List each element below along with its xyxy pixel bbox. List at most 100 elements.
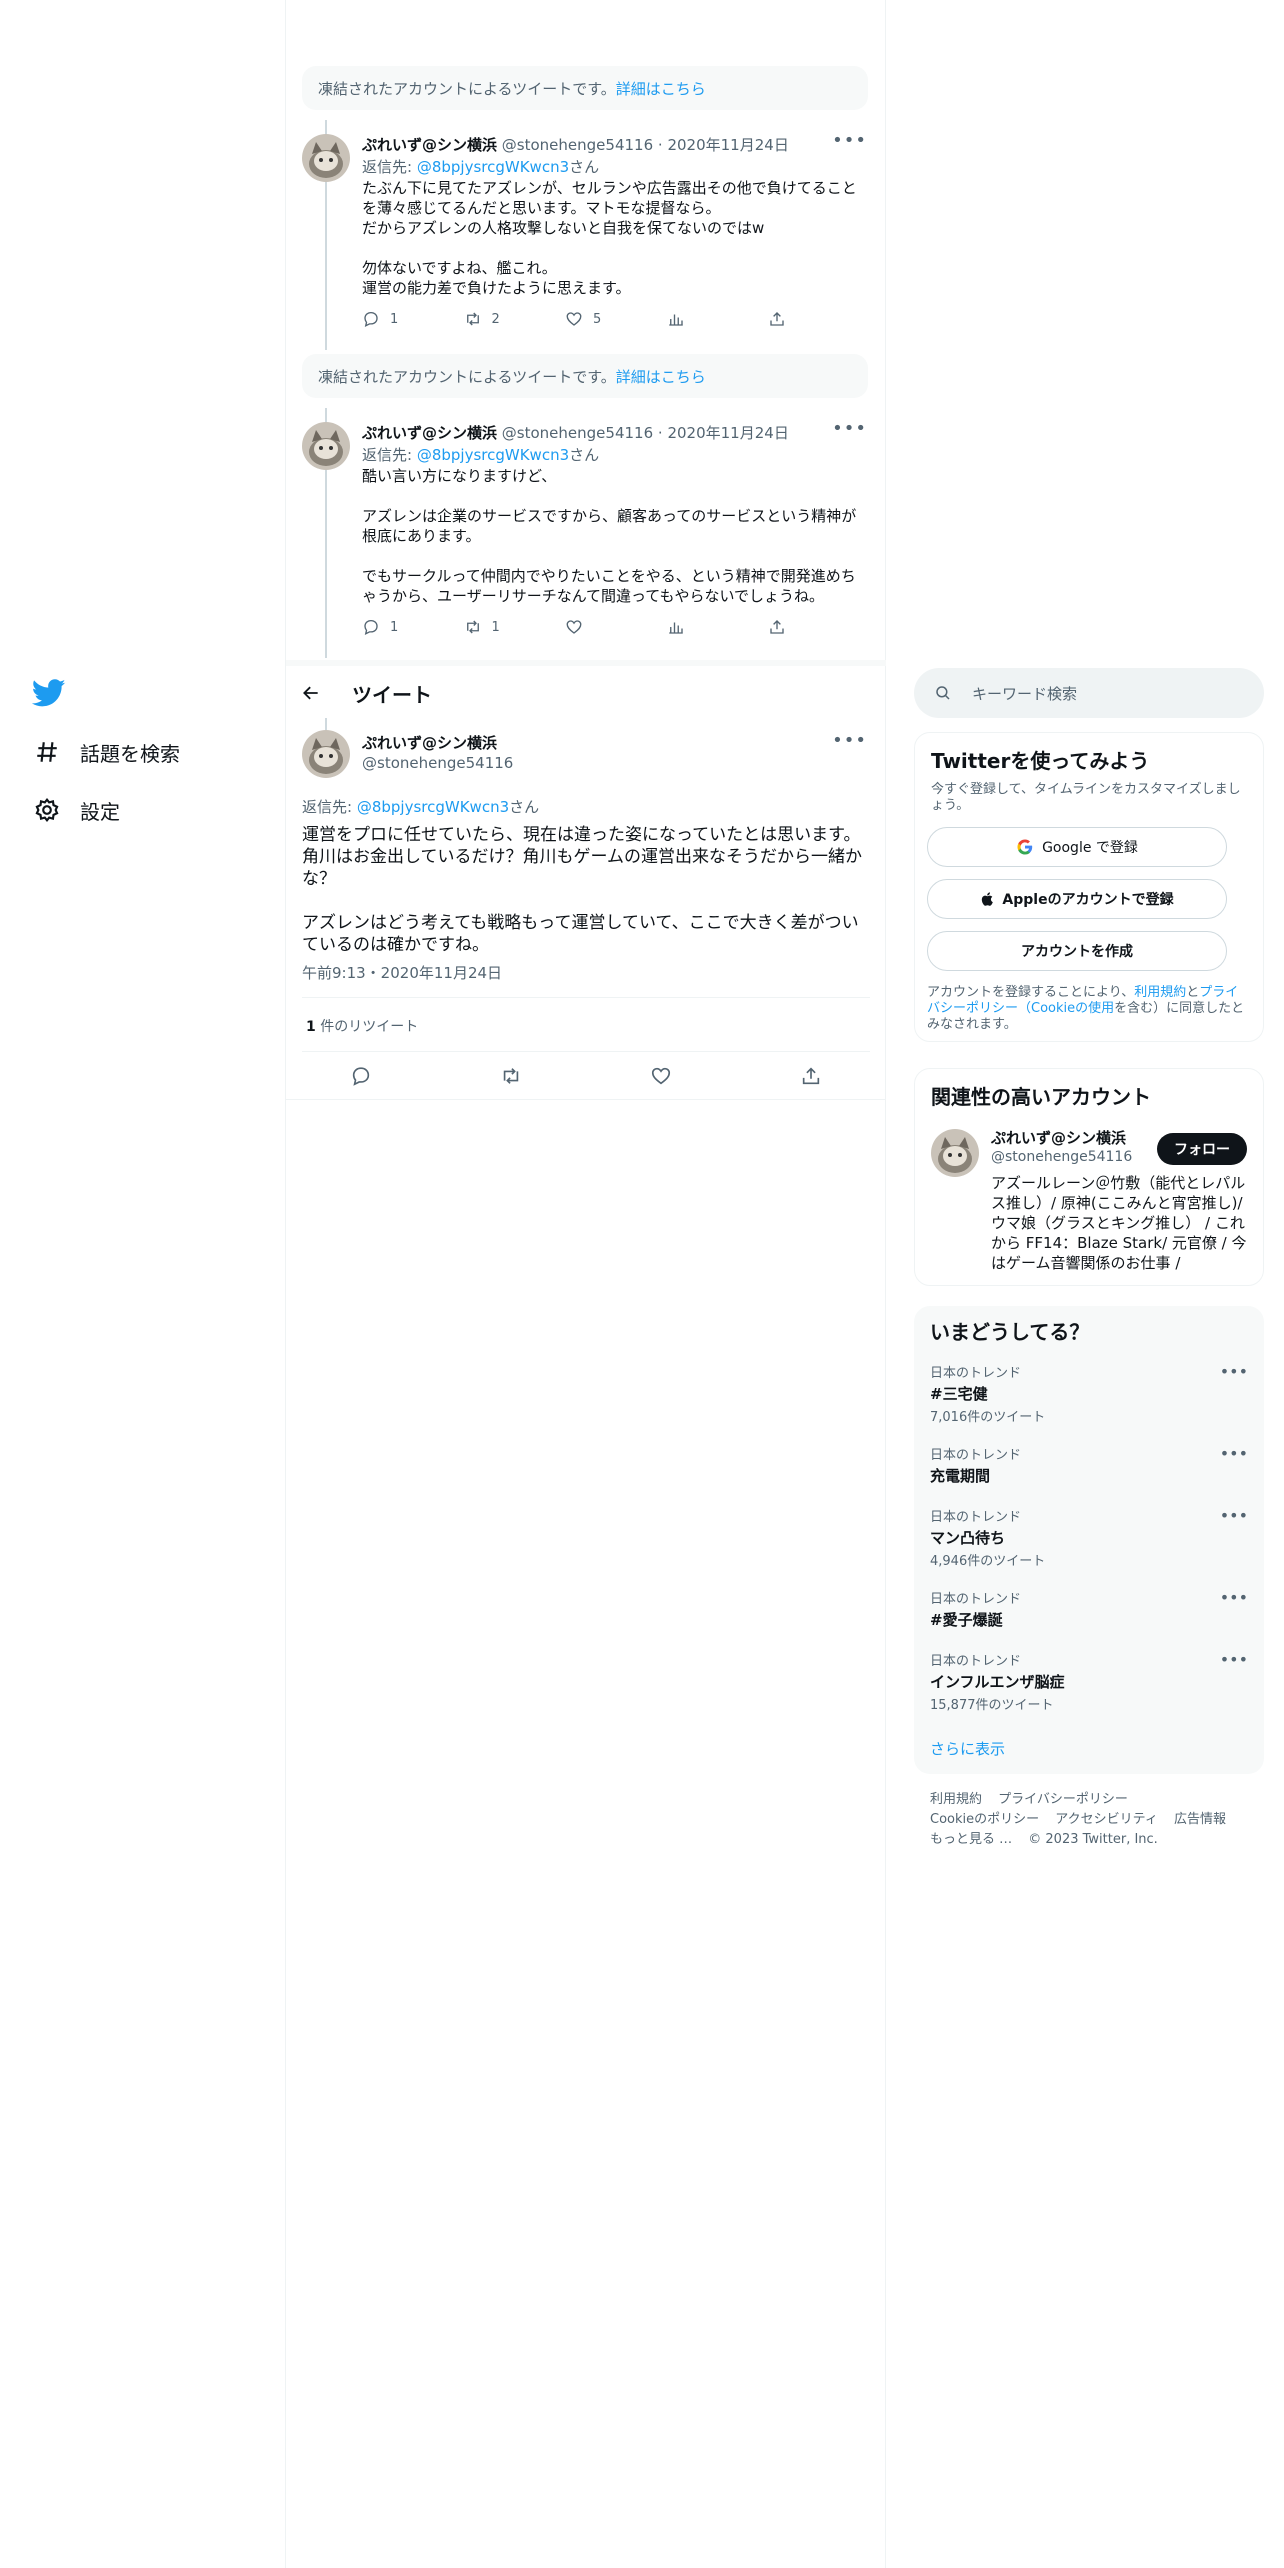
avatar[interactable] bbox=[302, 422, 350, 470]
twitter-bird-icon[interactable] bbox=[31, 676, 66, 710]
reply-suffix: さん bbox=[569, 158, 600, 176]
reply-to-line: 返信先: @8bpjysrcgWKwcn3さん bbox=[362, 444, 599, 465]
avatar[interactable] bbox=[302, 730, 350, 778]
suspended-tweet-notice: 凍結されたアカウントによるツイートです。 詳細はこちら bbox=[302, 354, 868, 398]
more-options-icon[interactable]: ••• bbox=[832, 130, 867, 151]
display-name[interactable]: ぷれいず@シン横浜 bbox=[362, 424, 497, 442]
footer-links: 利用規約 プライバシーポリシー Cookieのポリシー アクセシビリティ 広告情… bbox=[930, 1790, 1250, 1850]
reply-to-link[interactable]: @8bpjysrcgWKwcn3 bbox=[417, 446, 569, 464]
reply-to-link[interactable]: @8bpjysrcgWKwcn3 bbox=[417, 158, 569, 176]
nav-item-explore[interactable]: 話題を検索 bbox=[30, 730, 180, 774]
retweet-count: 1 bbox=[491, 619, 500, 635]
tweet-date[interactable]: 2020年11月24日 bbox=[667, 424, 788, 442]
reply-button[interactable]: 1 bbox=[362, 310, 442, 328]
reply-to-line: 返信先: @8bpjysrcgWKwcn3さん bbox=[302, 796, 539, 817]
footer-cookie-link[interactable]: Cookieのポリシー bbox=[930, 1812, 1039, 1827]
avatar[interactable] bbox=[931, 1129, 979, 1177]
trend-item[interactable]: 日本のトレンド マン凸待ち 4,946件のツイート ••• bbox=[930, 1506, 1248, 1569]
separator-dot: · bbox=[657, 136, 663, 154]
more-options-icon[interactable]: ••• bbox=[1220, 1506, 1248, 1525]
trend-count: 4,946件のツイート bbox=[930, 1554, 1046, 1569]
heart-icon[interactable] bbox=[643, 1058, 679, 1094]
retweet-count: 1 bbox=[306, 1019, 316, 1035]
search-input[interactable]: キーワード検索 bbox=[914, 668, 1264, 718]
footer-more-link[interactable]: もっと見る … bbox=[930, 1832, 1012, 1847]
create-account-button[interactable]: アカウントを作成 bbox=[927, 931, 1227, 971]
main-column: 凍結されたアカウントによるツイートです。 詳細はこちら ぷれいず@シン横浜 @s… bbox=[286, 0, 886, 2568]
footer-privacy-link[interactable]: プライバシーポリシー bbox=[998, 1792, 1128, 1807]
footer-ads-link[interactable]: 広告情報 bbox=[1174, 1812, 1226, 1827]
google-signup-button[interactable]: Google で登録 bbox=[927, 827, 1227, 867]
tweet-header: ぷれいず@シン横浜 @stonehenge54116 · 2020年11月24日 bbox=[362, 134, 789, 155]
reply-icon bbox=[364, 619, 378, 635]
retweet-stats[interactable]: 1 件のリツイート bbox=[306, 1016, 418, 1036]
suspended-tweet-notice: 凍結されたアカウントによるツイートです。 詳細はこちら bbox=[302, 66, 868, 110]
more-options-icon[interactable]: ••• bbox=[1220, 1362, 1248, 1381]
tweet-actions: 1 2 5 bbox=[362, 310, 792, 328]
tweet-timestamp[interactable]: 午前9:13・2020年11月24日 bbox=[302, 962, 502, 983]
apple-signup-button[interactable]: Appleのアカウントで登録 bbox=[927, 879, 1227, 919]
footer-terms-link[interactable]: 利用規約 bbox=[930, 1792, 982, 1807]
trend-item[interactable]: 日本のトレンド インフルエンザ脳症 15,877件のツイート ••• bbox=[930, 1650, 1248, 1713]
analytics-button[interactable] bbox=[667, 618, 747, 636]
learn-more-link[interactable]: 詳細はこちら bbox=[616, 366, 706, 387]
retweet-icon[interactable] bbox=[493, 1058, 529, 1094]
apple-signup-label: Appleのアカウントで登録 bbox=[1002, 892, 1174, 908]
more-options-icon[interactable]: ••• bbox=[1220, 1444, 1248, 1463]
back-arrow-icon[interactable] bbox=[294, 676, 328, 710]
tweet-text: 運営をプロに任せていたら、現在は違った姿になっていたとは思います。角川はお金出し… bbox=[302, 825, 862, 955]
show-more-link[interactable]: さらに表示 bbox=[930, 1738, 1005, 1759]
nav-item-settings[interactable]: 設定 bbox=[30, 788, 120, 832]
retweet-button[interactable]: 2 bbox=[464, 310, 544, 328]
more-options-icon[interactable]: ••• bbox=[832, 418, 867, 439]
retweet-icon bbox=[466, 620, 479, 634]
trend-name: マン凸待ち bbox=[930, 1529, 1006, 1547]
user-handle[interactable]: @stonehenge54116 bbox=[362, 754, 513, 772]
avatar[interactable] bbox=[302, 134, 350, 182]
footer-accessibility-link[interactable]: アクセシビリティ bbox=[1055, 1812, 1158, 1827]
share-icon[interactable] bbox=[793, 1058, 829, 1094]
user-handle[interactable]: @stonehenge54116 bbox=[502, 136, 653, 154]
signup-card: Twitterを使ってみよう 今すぐ登録して、タイムラインをカスタマイズしましょ… bbox=[914, 732, 1264, 1042]
reply-icon[interactable] bbox=[343, 1058, 379, 1094]
like-button[interactable]: 5 bbox=[565, 310, 645, 328]
display-name[interactable]: ぷれいず@シン横浜 bbox=[362, 734, 497, 752]
trend-item[interactable]: 日本のトレンド #三宅健 7,016件のツイート ••• bbox=[930, 1362, 1248, 1425]
terms-link[interactable]: 利用規約 bbox=[1134, 985, 1186, 1000]
retweet-button[interactable]: 1 bbox=[464, 618, 544, 636]
related-title: 関連性の高いアカウント bbox=[931, 1085, 1151, 1109]
trend-name: #三宅健 bbox=[930, 1385, 988, 1403]
reply-prefix: 返信先: bbox=[362, 158, 417, 176]
section-divider bbox=[286, 660, 886, 666]
page-header: ツイート bbox=[286, 668, 886, 718]
trend-item[interactable]: 日本のトレンド #愛子爆誕 ••• bbox=[930, 1588, 1248, 1630]
more-options-icon[interactable]: ••• bbox=[832, 730, 867, 751]
reply-to-link[interactable]: @8bpjysrcgWKwcn3 bbox=[357, 798, 509, 816]
tweet-date[interactable]: 2020年11月24日 bbox=[667, 136, 788, 154]
more-options-icon[interactable]: ••• bbox=[1220, 1588, 1248, 1607]
trend-category: 日本のトレンド bbox=[930, 1366, 1022, 1381]
reply-suffix: さん bbox=[569, 446, 600, 464]
analytics-button[interactable] bbox=[667, 310, 747, 328]
share-icon bbox=[770, 620, 784, 634]
nav-item-label: 設定 bbox=[80, 799, 120, 824]
more-options-icon[interactable]: ••• bbox=[1220, 1650, 1248, 1669]
tweet-actions: 1 1 bbox=[362, 618, 792, 636]
reply-button[interactable]: 1 bbox=[362, 618, 442, 636]
related-name[interactable]: ぷれいず@シン横浜 bbox=[991, 1127, 1126, 1148]
display-name[interactable]: ぷれいず@シン横浜 bbox=[362, 136, 497, 154]
thread-line bbox=[325, 718, 327, 730]
user-handle[interactable]: @stonehenge54116 bbox=[502, 424, 653, 442]
heart-icon bbox=[566, 312, 582, 326]
signup-terms: アカウントを登録することにより、利用規約とプライバシーポリシー（Cookieの使… bbox=[927, 985, 1247, 1033]
divider bbox=[302, 997, 870, 998]
tweet-text: 酷い言い方になりますけど、 アズレンは企業のサービスですから、顧客あってのサービ… bbox=[362, 467, 857, 605]
share-button[interactable] bbox=[768, 310, 792, 328]
learn-more-link[interactable]: 詳細はこちら bbox=[616, 78, 706, 99]
share-button[interactable] bbox=[768, 618, 792, 636]
follow-button[interactable]: フォロー bbox=[1157, 1133, 1247, 1165]
search-placeholder: キーワード検索 bbox=[972, 684, 1078, 703]
trend-item[interactable]: 日本のトレンド 充電期間 ••• bbox=[930, 1444, 1248, 1486]
like-button[interactable] bbox=[565, 618, 645, 636]
related-handle[interactable]: @stonehenge54116 bbox=[991, 1149, 1132, 1165]
